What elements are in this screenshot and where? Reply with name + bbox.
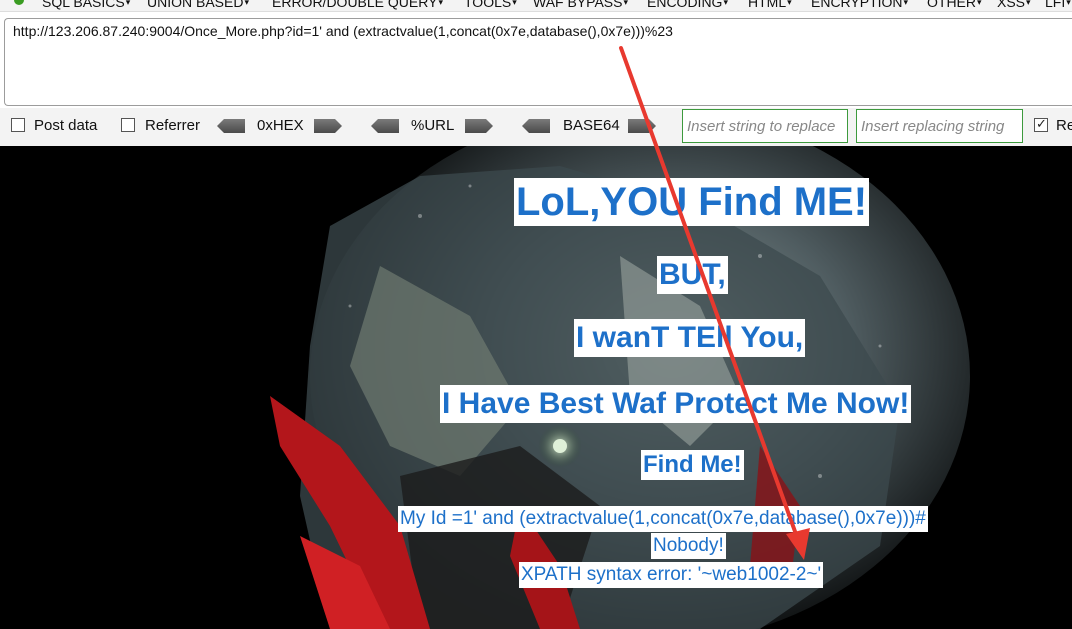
menu-html[interactable]: HTML▾ <box>748 0 792 11</box>
menu-lfi[interactable]: LFI▾ <box>1045 0 1071 11</box>
heading-find-me: LoL,YOU Find ME! <box>514 178 870 226</box>
plus-icon[interactable] <box>14 0 24 5</box>
menu-error-double-query[interactable]: ERROR/DOUBLE QUERY▾ <box>272 0 443 11</box>
url-encode-arrow-icon[interactable] <box>465 119 493 133</box>
url-textarea[interactable]: http://123.206.87.240:9004/Once_More.php… <box>4 18 1072 106</box>
menu-other[interactable]: OTHER▾ <box>927 0 982 11</box>
nobody-text: Nobody! <box>651 533 726 559</box>
insert-replacing-string-input[interactable] <box>856 109 1023 143</box>
post-data-checkbox[interactable] <box>11 118 25 132</box>
menu-xss[interactable]: XSS▾ <box>997 0 1031 11</box>
post-data-label: Post data <box>34 117 98 134</box>
menu-waf-bypass[interactable]: WAF BYPASS▾ <box>533 0 628 11</box>
hex-encode-arrow-icon[interactable] <box>314 119 342 133</box>
insert-string-input[interactable] <box>682 109 848 143</box>
menu-encryption[interactable]: ENCRYPTION▾ <box>811 0 908 11</box>
menu-union-based[interactable]: UNION BASED▾ <box>147 0 249 11</box>
base64-label: BASE64 <box>563 117 620 134</box>
menu-encoding[interactable]: ENCODING▾ <box>647 0 728 11</box>
url-decode-arrow-icon[interactable] <box>371 119 399 133</box>
hex-decode-arrow-icon[interactable] <box>217 119 245 133</box>
replace-all-label: Re <box>1056 117 1072 134</box>
url-value: http://123.206.87.240:9004/Once_More.php… <box>13 23 673 39</box>
xpath-error-text: XPATH syntax error: '~web1002-2~' <box>519 562 824 588</box>
page-content: LoL,YOU Find ME! BUT, I wanT TEll You, I… <box>0 146 1072 629</box>
url-encoding-label: %URL <box>411 117 455 134</box>
query-echo: My Id =1' and (extractvalue(1,concat(0x7… <box>398 506 928 532</box>
base64-decode-arrow-icon[interactable] <box>522 119 550 133</box>
menu-tools[interactable]: TOOLS▾ <box>464 0 517 11</box>
replace-all-checkbox[interactable] <box>1034 116 1048 132</box>
heading-waf: I Have Best Waf Protect Me Now! <box>440 385 912 423</box>
heading-but: BUT, <box>657 256 728 294</box>
heading-tell-you: I wanT TEll You, <box>574 319 806 357</box>
referrer-checkbox[interactable] <box>121 118 135 132</box>
menu-sql-basics[interactable]: SQL BASICS▾ <box>42 0 130 11</box>
hackbar-menu: SQL BASICS▾ UNION BASED▾ ERROR/DOUBLE QU… <box>0 0 1072 12</box>
base64-encode-arrow-icon[interactable] <box>628 119 656 133</box>
heading-find-me-small: Find Me! <box>641 450 744 480</box>
hex-label: 0xHEX <box>257 117 304 134</box>
referrer-label: Referrer <box>145 117 201 134</box>
